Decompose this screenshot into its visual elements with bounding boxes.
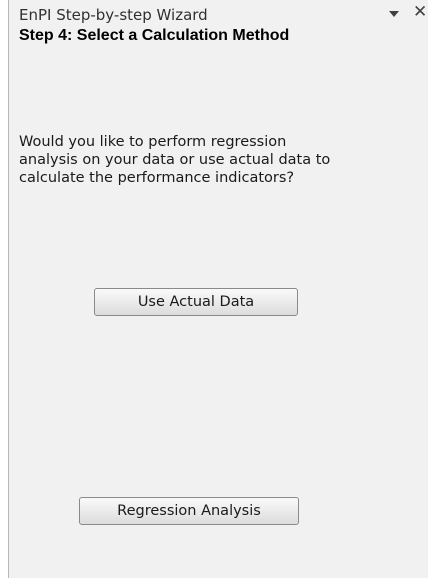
use-actual-data-button[interactable]: Use Actual Data	[94, 288, 298, 316]
question-text: Would you like to perform regression ana…	[19, 134, 331, 186]
step-heading: Step 4: Select a Calculation Method	[19, 27, 290, 44]
task-pane-title-bar: EnPI Step-by-step Wizard ✕	[9, 0, 428, 26]
regression-analysis-button[interactable]: Regression Analysis	[79, 497, 299, 525]
chevron-down-icon[interactable]	[389, 11, 399, 17]
close-icon[interactable]: ✕	[413, 4, 427, 21]
task-pane-title: EnPI Step-by-step Wizard	[19, 6, 208, 24]
task-pane: EnPI Step-by-step Wizard ✕ Step 4: Selec…	[8, 0, 428, 578]
